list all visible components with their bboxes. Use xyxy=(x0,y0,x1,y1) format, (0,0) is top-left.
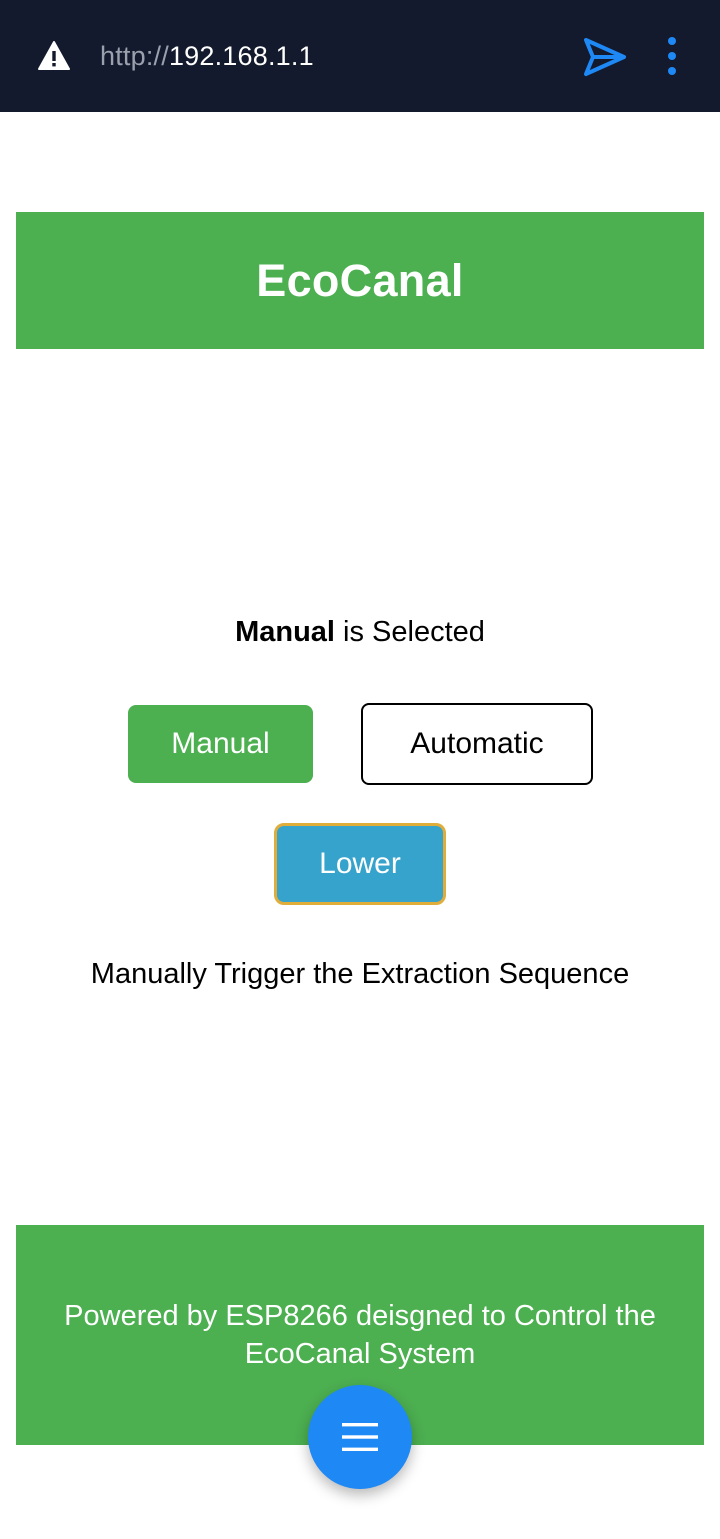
action-description: Manually Trigger the Extraction Sequence xyxy=(90,958,630,990)
footer-text: Powered by ESP8266 deisgned to Control t… xyxy=(64,1300,656,1370)
hamburger-menu-icon xyxy=(342,1423,378,1451)
automatic-button[interactable]: Automatic xyxy=(361,703,593,785)
page-header: EcoCanal xyxy=(16,212,704,349)
warning-icon[interactable] xyxy=(38,40,70,72)
address-bar[interactable]: http://192.168.1.1 xyxy=(100,38,314,74)
manual-button[interactable]: Manual xyxy=(128,705,313,783)
send-icon[interactable] xyxy=(582,36,628,78)
selected-suffix: is Selected xyxy=(334,616,485,648)
browser-toolbar: http://192.168.1.1 xyxy=(0,0,720,112)
more-vertical-icon[interactable] xyxy=(662,36,682,78)
menu-fab[interactable] xyxy=(308,1385,412,1489)
mode-status: Manual is Selected xyxy=(0,612,720,652)
selected-mode: Manual xyxy=(235,616,335,648)
url-host: 192.168.1.1 xyxy=(168,41,314,71)
lower-button[interactable]: Lower xyxy=(274,823,446,905)
url-scheme: http:// xyxy=(100,41,169,71)
page-title: EcoCanal xyxy=(256,254,464,306)
